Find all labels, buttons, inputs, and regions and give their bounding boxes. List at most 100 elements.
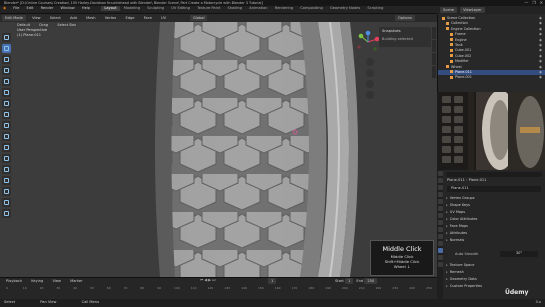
tab-compositing[interactable]: Compositing: [297, 6, 326, 11]
options-button[interactable]: Options: [395, 15, 415, 21]
texture-props-icon[interactable]: [437, 262, 443, 267]
knife-tool-icon[interactable]: [2, 176, 11, 185]
mesh-data-props-icon[interactable]: [437, 248, 443, 253]
section-attributes[interactable]: Attributes: [446, 230, 467, 237]
camera-icon[interactable]: [366, 80, 374, 88]
minimize-icon[interactable]: —: [524, 0, 528, 5]
poly-build-tool-icon[interactable]: [2, 187, 11, 196]
section-custom-properties[interactable]: Custom Properties: [446, 283, 482, 290]
playback-controls[interactable]: ⏮ ◀ ▶ ⏭: [200, 278, 215, 283]
tab-sculpting[interactable]: Sculpting: [144, 6, 167, 11]
bevel-tool-icon[interactable]: [2, 154, 11, 163]
navigation-gizmo[interactable]: [356, 30, 380, 54]
smooth-tool-icon[interactable]: [2, 209, 11, 218]
extrude-tool-icon[interactable]: [2, 132, 11, 141]
section-normals[interactable]: Normals: [446, 237, 465, 244]
menu-render[interactable]: Render: [38, 6, 57, 11]
pan-hand-icon[interactable]: [366, 69, 374, 77]
measure-tool-icon[interactable]: [2, 121, 11, 130]
menu-vertex[interactable]: Vertex: [102, 15, 120, 21]
mode-select[interactable]: Edit Mode: [2, 15, 26, 21]
tab-uv-editing[interactable]: UV Editing: [168, 6, 193, 11]
close-icon[interactable]: ✕: [540, 0, 543, 5]
menu-edit[interactable]: Edit: [23, 6, 36, 11]
select-box-select[interactable]: Select Box: [54, 22, 80, 28]
tool-props-icon[interactable]: [437, 171, 443, 176]
object-props-icon[interactable]: [437, 213, 443, 218]
cursor-tool-icon[interactable]: [2, 33, 11, 42]
physics-props-icon[interactable]: [437, 234, 443, 239]
view-layer-select[interactable]: ViewLayer: [460, 7, 485, 13]
menu-select[interactable]: Select: [47, 15, 64, 21]
mesh-name-field[interactable]: Plane.011: [447, 186, 541, 192]
menu-mesh[interactable]: Mesh: [83, 15, 98, 21]
output-props-icon[interactable]: [437, 185, 443, 190]
eye-icon[interactable]: ◉: [539, 75, 542, 80]
properties-search-input[interactable]: [446, 172, 542, 177]
particles-props-icon[interactable]: [437, 227, 443, 232]
move-tool-icon[interactable]: [2, 66, 11, 75]
constraints-props-icon[interactable]: [437, 241, 443, 246]
timeline-marker-menu[interactable]: Marker: [67, 278, 85, 284]
menu-add[interactable]: Add: [67, 15, 80, 21]
section-remesh[interactable]: Remesh: [446, 269, 464, 276]
section-color-attributes[interactable]: Color Attributes: [446, 216, 478, 223]
menu-file[interactable]: File: [10, 6, 22, 11]
menu-help[interactable]: Help: [79, 6, 93, 11]
menu-uv[interactable]: UV: [158, 15, 169, 21]
timeline-playback-menu[interactable]: Playback: [3, 278, 25, 284]
section-texture-space[interactable]: Texture Space: [446, 262, 475, 269]
annotate-tool-icon[interactable]: [2, 110, 11, 119]
orientation-select[interactable]: Global: [190, 15, 208, 21]
menu-window[interactable]: Window: [58, 6, 78, 11]
end-frame-field[interactable]: 250: [364, 278, 378, 284]
transform-tool-icon[interactable]: [2, 99, 11, 108]
menu-face[interactable]: Face: [141, 15, 155, 21]
rotate-tool-icon[interactable]: [2, 77, 11, 86]
tab-shading[interactable]: Shading: [224, 6, 245, 11]
auto-smooth-angle-field[interactable]: 30°: [500, 251, 538, 257]
scene-props-icon[interactable]: [437, 199, 443, 204]
outliner-row[interactable]: Plane.001 ◉: [438, 75, 545, 80]
maximize-icon[interactable]: ❐: [532, 0, 536, 5]
timeline-view-menu[interactable]: View: [49, 278, 64, 284]
current-frame-field[interactable]: 1: [268, 278, 277, 284]
loop-cut-tool-icon[interactable]: [2, 165, 11, 174]
modifier-props-icon[interactable]: [437, 220, 443, 225]
tab-rendering[interactable]: Rendering: [272, 6, 296, 11]
section-face-maps[interactable]: Face Maps: [446, 223, 468, 230]
menu-view[interactable]: View: [29, 15, 44, 21]
section-geometry-data[interactable]: Geometry Data: [446, 276, 477, 283]
snapshots-title[interactable]: Snapshots: [382, 29, 428, 34]
cursor-3d-icon[interactable]: [2, 55, 11, 64]
sidebar-tab-item[interactable]: [432, 27, 436, 39]
sidebar-tab-tool[interactable]: [432, 40, 436, 52]
tab-animation[interactable]: Animation: [246, 6, 270, 11]
sidebar-tab-edit[interactable]: [432, 66, 436, 78]
grid-icon[interactable]: [366, 91, 374, 99]
tab-layout[interactable]: Layout: [101, 6, 120, 11]
view-layer-props-icon[interactable]: [437, 192, 443, 197]
section-vertex-groups[interactable]: Vertex Groups: [446, 195, 475, 202]
start-frame-field[interactable]: 1: [344, 278, 354, 284]
select-tool-icon[interactable]: [2, 44, 11, 53]
inset-tool-icon[interactable]: [2, 143, 11, 152]
scene-select[interactable]: Scene: [440, 7, 457, 13]
section-shape-keys[interactable]: Shape Keys: [446, 202, 470, 209]
blender-logo-icon[interactable]: ◉: [0, 6, 9, 11]
menu-edge[interactable]: Edge: [122, 15, 137, 21]
zoom-icon[interactable]: [366, 58, 374, 66]
tab-geometry-nodes[interactable]: Geometry Nodes: [327, 6, 363, 11]
timeline-ruler[interactable]: 0 10 20 30 40 50 60 70 80 90 100 110 120 130 140 150 160…: [0, 286, 437, 292]
timeline-keying-menu[interactable]: Keying: [28, 278, 46, 284]
world-props-icon[interactable]: [437, 206, 443, 211]
sidebar-tab-view[interactable]: [432, 53, 436, 65]
section-uv-maps[interactable]: UV Maps: [446, 209, 465, 216]
tab-scripting[interactable]: Scripting: [364, 6, 386, 11]
scale-tool-icon[interactable]: [2, 88, 11, 97]
tab-modeling[interactable]: Modeling: [121, 6, 143, 11]
material-props-icon[interactable]: [437, 255, 443, 260]
spin-tool-icon[interactable]: [2, 198, 11, 207]
tab-texture-paint[interactable]: Texture Paint: [194, 6, 223, 11]
render-props-icon[interactable]: [437, 178, 443, 183]
